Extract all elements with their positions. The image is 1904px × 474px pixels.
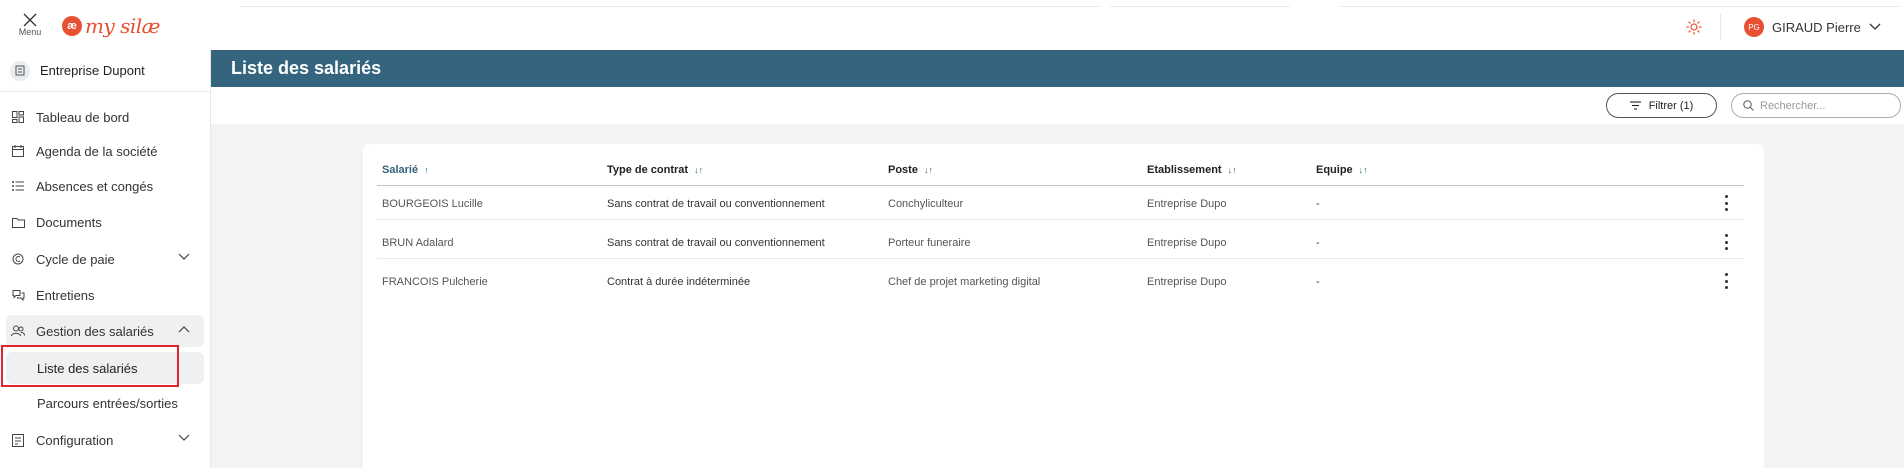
column-header-type-de-contrat[interactable]: Type de contrat ↓↑ <box>607 164 703 176</box>
divider <box>1340 6 1900 7</box>
chevron-up-icon <box>178 326 190 333</box>
column-header-salarie[interactable]: Salarié ↑ <box>382 164 429 176</box>
sidebar-item-label: Documents <box>36 214 102 230</box>
interview-icon <box>11 288 25 302</box>
search-input[interactable] <box>1760 99 1890 112</box>
sidebar-item-absences[interactable]: Absences et congés <box>6 170 204 202</box>
cell-equipe: - <box>1316 276 1320 288</box>
divider <box>240 6 1100 7</box>
cell-salarie: FRANCOIS Pulcherie <box>382 276 488 288</box>
logo-mark: æ <box>62 16 82 36</box>
table-row[interactable]: FRANCOIS Pulcherie Contrat à durée indét… <box>377 265 1744 298</box>
sidebar-item-label: Entretiens <box>36 287 95 303</box>
column-header-poste[interactable]: Poste ↓↑ <box>888 164 933 176</box>
sidebar-item-label: Configuration <box>36 432 114 448</box>
sidebar-item-tableau-de-bord[interactable]: Tableau de bord <box>6 101 204 133</box>
filter-icon <box>1629 101 1641 110</box>
table-row[interactable]: BOURGEOIS Lucille Sans contrat de travai… <box>377 187 1744 220</box>
title-bar: Liste des salariés <box>211 50 1904 87</box>
sidebar-item-label: Gestion des salariés <box>36 323 154 339</box>
cell-poste: Chef de projet marketing digital <box>888 276 1041 288</box>
logo-text: my silæ <box>85 14 160 38</box>
cell-etablissement: Entreprise Dupo <box>1147 276 1227 288</box>
divider <box>1720 14 1721 40</box>
divider <box>1110 6 1290 7</box>
sidebar-item-cycle-de-paie[interactable]: Cycle de paie <box>6 243 204 275</box>
cell-type-de-contrat: Sans contrat de travail ou conventionnem… <box>607 198 825 210</box>
folder-icon <box>11 215 25 229</box>
filter-button[interactable]: Filtrer (1) <box>1606 93 1717 118</box>
sidebar-item-parcours-entrees-sorties[interactable]: Parcours entrées/sorties <box>6 387 204 419</box>
calendar-icon <box>11 144 25 158</box>
cell-poste: Porteur funeraire <box>888 237 971 249</box>
column-header-etablissement[interactable]: Etablissement ↓↑ <box>1147 164 1237 176</box>
sidebar-item-label: Absences et congés <box>36 178 154 194</box>
page-title: Liste des salariés <box>231 58 382 78</box>
top-bar: Menu æ my silæ PG GIRAUD Pierre <box>0 0 1904 50</box>
sort-asc-icon: ↑ <box>424 165 429 175</box>
sun-icon[interactable] <box>1686 19 1702 35</box>
sidebar: Entreprise Dupont Tableau de bord Agenda… <box>0 50 211 468</box>
table-row[interactable]: BRUN Adalard Sans contrat de travail ou … <box>377 226 1744 259</box>
app-logo[interactable]: æ my silæ <box>62 14 160 38</box>
menu-label: Menu <box>18 27 42 37</box>
sidebar-item-label: Cycle de paie <box>36 251 115 267</box>
column-header-equipe[interactable]: Equipe ↓↑ <box>1316 164 1368 176</box>
sidebar-item-documents[interactable]: Documents <box>6 206 204 238</box>
more-options-icon[interactable] <box>1720 195 1732 211</box>
sort-icon: ↓↑ <box>694 165 704 175</box>
chevron-down-icon <box>178 434 190 441</box>
filter-label: Filtrer (1) <box>1648 99 1694 112</box>
cell-type-de-contrat: Sans contrat de travail ou conventionnem… <box>607 237 825 249</box>
more-options-icon[interactable] <box>1720 273 1732 289</box>
sidebar-item-label: Parcours entrées/sorties <box>37 395 178 411</box>
main-content: Liste des salariés Filtrer (1) Salarié↑ … <box>211 50 1904 474</box>
list-icon <box>11 179 25 193</box>
sidebar-item-configuration[interactable]: Configuration <box>6 424 204 456</box>
cell-type-de-contrat: Contrat à durée indéterminée <box>607 276 751 288</box>
sidebar-item-label: Tableau de bord <box>36 109 130 125</box>
user-menu[interactable]: PG GIRAUD Pierre <box>1744 17 1881 37</box>
company-name: Entreprise Dupont <box>40 63 145 78</box>
cell-poste: Conchyliculteur <box>888 198 964 210</box>
cell-salarie: BRUN Adalard <box>382 237 454 249</box>
chevron-down-icon <box>1869 23 1881 30</box>
sort-icon: ↓↑ <box>1358 165 1368 175</box>
config-icon <box>11 433 25 447</box>
people-icon <box>11 324 25 338</box>
menu-button[interactable]: Menu <box>14 13 46 45</box>
avatar: PG <box>1744 17 1764 37</box>
cell-equipe: - <box>1316 198 1320 210</box>
toolbar: Filtrer (1) <box>211 87 1904 124</box>
sidebar-item-label: Liste des salariés <box>37 360 138 376</box>
table-header: Salarié ↑ Type de contrat ↓↑ Poste ↓↑ Etabl… <box>377 154 1744 186</box>
chevron-down-icon <box>178 253 190 260</box>
building-icon <box>10 60 30 81</box>
cell-etablissement: Entreprise Dupo <box>1147 237 1227 249</box>
sort-icon: ↓↑ <box>1227 165 1237 175</box>
employee-table-card: Salarié ↑ Type de contrat ↓↑ Poste ↓↑ Etabl… <box>363 144 1764 474</box>
sidebar-item-liste-des-salaries[interactable]: Liste des salariés <box>6 352 204 384</box>
user-name: GIRAUD Pierre <box>1772 19 1861 35</box>
search-box[interactable] <box>1731 93 1901 118</box>
cell-salarie: BOURGEOIS Lucille <box>382 198 483 210</box>
close-icon <box>23 13 37 27</box>
cell-equipe: - <box>1316 237 1320 249</box>
search-icon <box>1743 100 1754 111</box>
company-selector[interactable]: Entreprise Dupont <box>0 50 211 92</box>
cell-etablissement: Entreprise Dupo <box>1147 198 1227 210</box>
sidebar-item-label: Agenda de la société <box>36 143 158 159</box>
dashboard-icon <box>11 110 25 124</box>
sort-icon: ↓↑ <box>923 165 933 175</box>
sidebar-item-entretiens[interactable]: Entretiens <box>6 279 204 311</box>
sidebar-item-gestion-des-salaries[interactable]: Gestion des salariés <box>6 315 204 347</box>
more-options-icon[interactable] <box>1720 234 1732 250</box>
payroll-icon <box>11 252 25 266</box>
sidebar-item-agenda[interactable]: Agenda de la société <box>6 135 204 167</box>
